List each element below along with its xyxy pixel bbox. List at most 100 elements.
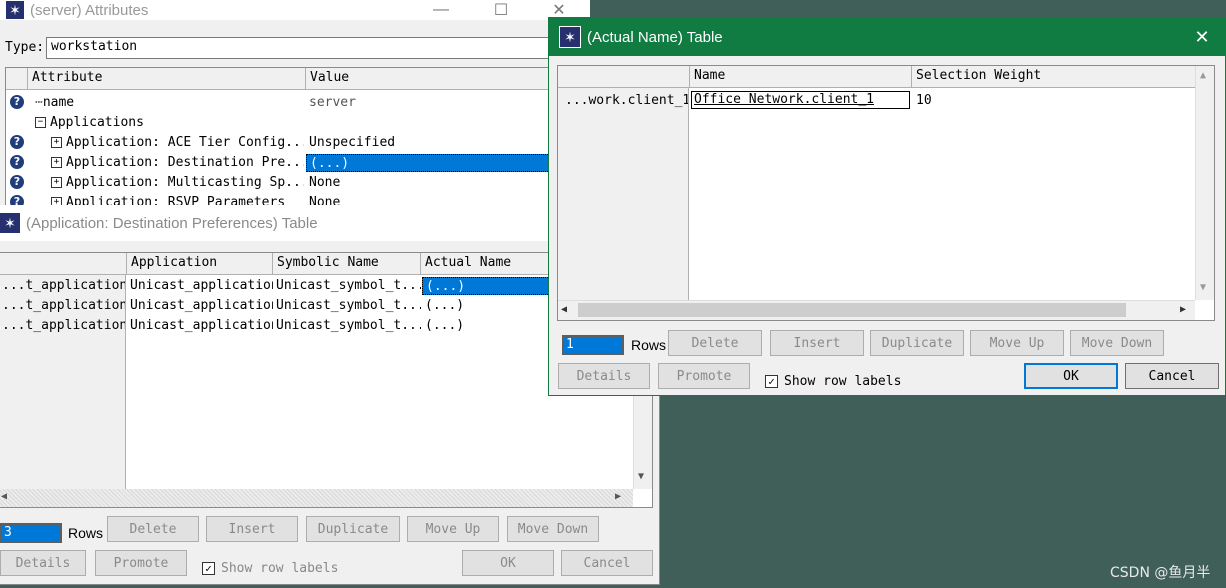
duplicate-button[interactable]: Duplicate: [870, 330, 964, 356]
help-icon[interactable]: ?: [10, 95, 24, 109]
value-cell[interactable]: Unspecified: [306, 134, 546, 151]
actual-name-cell[interactable]: (...): [422, 317, 552, 334]
attributes-titlebar[interactable]: ✶ (server) Attributes — ☐ ✕: [0, 0, 590, 20]
attribute-name: Application: Destination Pre...: [66, 155, 304, 170]
value-cell[interactable]: server: [306, 94, 546, 111]
actual-name-cell-selected[interactable]: (...): [422, 277, 552, 295]
horizontal-scrollbar[interactable]: ◀ ▶: [0, 489, 633, 507]
attributes-header-spacer: [6, 68, 28, 90]
scroll-left-icon[interactable]: ◀: [1, 491, 7, 502]
details-button[interactable]: Details: [0, 550, 86, 576]
actual-name-titlebar[interactable]: ✶ (Actual Name) Table ✕: [549, 18, 1225, 56]
attribute-name: Application: Multicasting Sp...: [66, 175, 304, 190]
value-cell-selected[interactable]: (...): [306, 154, 556, 172]
application-cell[interactable]: Unicast_application: [127, 317, 273, 334]
app-star-icon: ✶: [559, 26, 581, 48]
row-label-header: [558, 66, 690, 88]
symbolic-name-cell[interactable]: Unicast_symbol_t...: [273, 277, 421, 294]
symbolic-name-column-header[interactable]: Symbolic Name: [273, 253, 421, 275]
application-cell[interactable]: Unicast_application: [127, 297, 273, 314]
type-label: Type:: [5, 40, 45, 55]
app-star-icon: ✶: [6, 1, 24, 19]
help-icon[interactable]: ?: [10, 175, 24, 189]
move-down-button[interactable]: Move Down: [1070, 330, 1164, 356]
app-star-icon: ✶: [0, 213, 20, 233]
actual-name-title: (Actual Name) Table: [587, 28, 723, 46]
selection-weight-column-header[interactable]: Selection Weight: [912, 66, 1196, 88]
row-label-column: [558, 88, 689, 300]
delete-button[interactable]: Delete: [107, 516, 199, 542]
name-column-header[interactable]: Name: [690, 66, 912, 88]
move-down-button[interactable]: Move Down: [507, 516, 599, 542]
rows-label: Rows: [68, 525, 104, 541]
attribute-cell[interactable]: − Applications: [32, 114, 302, 131]
scroll-right-icon[interactable]: ▶: [1180, 304, 1186, 315]
maximize-icon[interactable]: ☐: [478, 0, 524, 20]
duplicate-button[interactable]: Duplicate: [306, 516, 400, 542]
close-icon[interactable]: ✕: [1179, 18, 1225, 56]
value-column-header[interactable]: Value: [306, 68, 564, 90]
application-column-header[interactable]: Application: [127, 253, 273, 275]
attribute-column-header[interactable]: Attribute: [28, 68, 306, 90]
ok-button[interactable]: OK: [462, 550, 554, 576]
scroll-thumb[interactable]: [578, 303, 1126, 317]
horizontal-scrollbar[interactable]: ◀ ▶: [558, 300, 1195, 320]
symbolic-name-cell[interactable]: Unicast_symbol_t...: [273, 297, 421, 314]
expand-icon[interactable]: +: [51, 177, 62, 188]
actual-name-window: ✶ (Actual Name) Table ✕ Name Selection W…: [548, 17, 1226, 396]
attribute-cell: ⋯name: [35, 95, 75, 110]
attributes-title: (server) Attributes: [30, 1, 149, 19]
watermark: CSDN @鱼月半: [1110, 565, 1211, 581]
collapse-icon[interactable]: −: [35, 117, 46, 128]
promote-button[interactable]: Promote: [95, 550, 187, 576]
scroll-right-icon[interactable]: ▶: [615, 491, 621, 502]
help-icon[interactable]: ?: [10, 135, 24, 149]
expand-icon[interactable]: +: [51, 137, 62, 148]
attribute-name: Application: ACE Tier Config...: [66, 135, 304, 150]
attributes-window: ✶ (server) Attributes — ☐ ✕ Type: workst…: [0, 0, 590, 217]
rows-count-input[interactable]: 1: [562, 335, 624, 355]
move-up-button[interactable]: Move Up: [407, 516, 499, 542]
show-row-labels-label: Show row labels: [221, 561, 339, 576]
selection-weight-cell[interactable]: 10: [913, 92, 1113, 109]
attribute-name: name: [42, 95, 75, 110]
value-cell[interactable]: None: [306, 174, 546, 191]
value-cell[interactable]: [306, 114, 546, 116]
attribute-name: Applications: [50, 115, 144, 130]
scroll-left-icon[interactable]: ◀: [561, 304, 567, 315]
actual-name-cell[interactable]: (...): [422, 297, 552, 314]
scroll-up-icon[interactable]: ▲: [1200, 70, 1206, 81]
help-icon[interactable]: ?: [10, 155, 24, 169]
row-label[interactable]: ...work.client_1: [562, 92, 688, 109]
application-cell[interactable]: Unicast_application: [127, 277, 273, 294]
promote-button[interactable]: Promote: [658, 363, 750, 389]
row-label[interactable]: ...t_application: [0, 317, 125, 334]
insert-button[interactable]: Insert: [770, 330, 864, 356]
expand-icon[interactable]: +: [51, 157, 62, 168]
cancel-button[interactable]: Cancel: [1125, 363, 1219, 389]
ok-button[interactable]: OK: [1024, 363, 1118, 389]
attribute-cell[interactable]: + Application: Destination Pre...: [48, 154, 304, 171]
scroll-down-icon[interactable]: ▼: [638, 471, 644, 482]
details-button[interactable]: Details: [558, 363, 650, 389]
vertical-scrollbar[interactable]: ▲ ▼: [1195, 66, 1214, 300]
minimize-icon[interactable]: —: [418, 0, 464, 20]
show-row-labels-label: Show row labels: [784, 374, 902, 389]
rows-label: Rows: [631, 337, 667, 353]
type-field[interactable]: workstation: [46, 37, 556, 59]
symbolic-name-cell[interactable]: Unicast_symbol_t...: [273, 317, 421, 334]
attribute-cell[interactable]: + Application: ACE Tier Config...: [48, 134, 304, 151]
delete-button[interactable]: Delete: [668, 330, 762, 356]
rows-count-input[interactable]: 3: [0, 523, 62, 543]
row-label[interactable]: ...t_application: [0, 297, 125, 314]
actual-name-grid: Name Selection Weight ...work.client_1 O…: [557, 65, 1215, 321]
name-cell-editing[interactable]: Office Network.client_1: [691, 91, 910, 109]
show-row-labels-checkbox[interactable]: ✓: [765, 375, 778, 388]
cancel-button[interactable]: Cancel: [561, 550, 653, 576]
scroll-down-icon[interactable]: ▼: [1200, 282, 1206, 293]
show-row-labels-checkbox[interactable]: ✓: [202, 562, 215, 575]
attribute-cell[interactable]: + Application: Multicasting Sp...: [48, 174, 304, 191]
insert-button[interactable]: Insert: [206, 516, 298, 542]
move-up-button[interactable]: Move Up: [970, 330, 1064, 356]
row-label[interactable]: ...t_application: [0, 277, 125, 294]
